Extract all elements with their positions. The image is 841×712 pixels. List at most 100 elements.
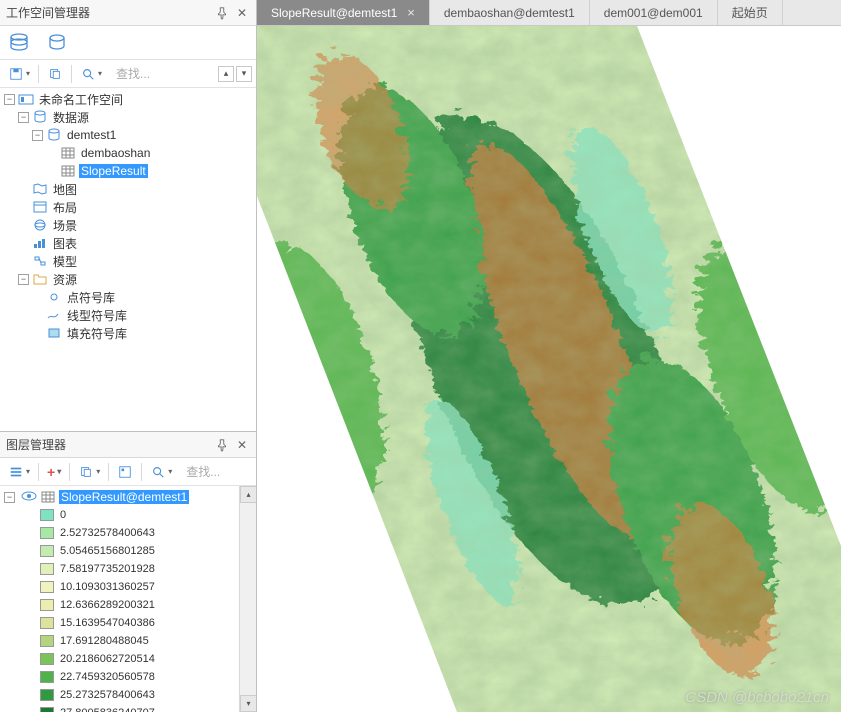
tree-line-symbols[interactable]: 线型符号库 [0,306,256,324]
legend-swatch [40,689,54,701]
legend-item[interactable]: 2.52732578400643 [0,524,256,542]
slope-raster-display [257,26,841,712]
tab-2[interactable]: dem001@dem001 [590,0,718,25]
legend-item[interactable]: 20.2186062720514 [0,650,256,668]
tab-close-icon[interactable]: × [407,5,415,20]
pin-icon[interactable] [214,5,230,21]
layer-copy-button[interactable]: ▾ [74,462,104,482]
expand-icon[interactable]: − [18,112,29,123]
legend-value: 22.7459320560578 [60,671,155,683]
tab-3[interactable]: 起始页 [718,0,783,25]
legend-item[interactable]: 12.6366289200321 [0,596,256,614]
close-icon[interactable]: ✕ [234,437,250,453]
legend-item[interactable]: 27.8005836240707 [0,704,256,712]
workspace-toolbar: ▾ ▾ 查找... ▴ ▾ [0,60,256,88]
legend-swatch [40,599,54,611]
tree-models[interactable]: 模型 [0,252,256,270]
tree-scenes[interactable]: 场景 [0,216,256,234]
legend-swatch [40,545,54,557]
legend-value: 0 [60,509,66,521]
layer-tree: − SlopeResult@demtest1 0 2.52732578400643… [0,486,256,712]
legend-item[interactable]: 7.58197735201928 [0,560,256,578]
tab-1[interactable]: dembaoshan@demtest1 [430,0,590,25]
legend-item[interactable]: 22.7459320560578 [0,668,256,686]
workspace-tree: − 未命名工作空间 − 数据源 − demtest1 dembaoshan Sl… [0,88,256,432]
fill-symbol-icon [46,326,62,340]
workspace-panel-title: 工作空间管理器 [6,4,210,21]
tree-ds-demtest1[interactable]: − demtest1 [0,126,256,144]
legend-value: 12.6366289200321 [60,599,155,611]
workspace-icon [18,92,34,106]
layer-menu-button[interactable]: ▾ [4,462,34,482]
layer-root[interactable]: − SlopeResult@demtest1 [0,488,256,506]
layer-props-button[interactable] [113,462,137,482]
tree-point-symbols[interactable]: 点符号库 [0,288,256,306]
legend-item[interactable]: 17.691280488045 [0,632,256,650]
chart-icon [32,236,48,250]
expand-icon[interactable]: − [4,94,15,105]
legend-swatch [40,635,54,647]
layer-search-input[interactable]: 查找... [182,463,252,480]
layout-icon [32,200,48,214]
scroll-down-button[interactable]: ▾ [240,695,256,712]
tree-root[interactable]: − 未命名工作空间 [0,90,256,108]
legend-value: 2.52732578400643 [60,527,155,539]
legend-item[interactable]: 0 [0,506,256,524]
tab-bar: SlopeResult@demtest1×dembaoshan@demtest1… [257,0,841,26]
expand-icon[interactable]: − [4,492,15,503]
raster-icon [40,490,56,504]
raster-icon [60,164,76,178]
legend-value: 27.8005836240707 [60,707,155,712]
layer-panel-title: 图层管理器 [6,436,210,453]
layer-panel-header: 图层管理器 ✕ [0,432,256,458]
tree-datasource[interactable]: − 数据源 [0,108,256,126]
close-icon[interactable]: ✕ [234,5,250,21]
model-icon [32,254,48,268]
layer-scrollbar[interactable]: ▴ ▾ [239,486,256,712]
tree-charts[interactable]: 图表 [0,234,256,252]
database-single-icon[interactable] [46,32,72,54]
raster-icon [60,146,76,160]
expand-icon[interactable]: − [18,274,29,285]
copy-button[interactable] [43,64,67,84]
tree-dataset-dembaoshan[interactable]: dembaoshan [0,144,256,162]
legend-swatch [40,653,54,665]
database-stack-icon[interactable] [8,32,34,54]
tree-fill-symbols[interactable]: 填充符号库 [0,324,256,342]
pin-icon[interactable] [214,437,230,453]
tree-resources[interactable]: − 资源 [0,270,256,288]
legend-item[interactable]: 25.2732578400643 [0,686,256,704]
tree-dataset-sloperesult[interactable]: SlopeResult [0,162,256,180]
legend-swatch [40,509,54,521]
add-layer-button[interactable]: +▾ [43,461,65,483]
datasource-icon [32,110,48,124]
legend-value: 5.05465156801285 [60,545,155,557]
point-symbol-icon [46,290,62,304]
tree-maps[interactable]: 地图 [0,180,256,198]
workspace-search-input[interactable]: 查找... [112,65,216,82]
layer-toolbar: ▾ +▾ ▾ ▾ 查找... [0,458,256,486]
tree-layouts[interactable]: 布局 [0,198,256,216]
legend-value: 20.2186062720514 [60,653,155,665]
legend-item[interactable]: 15.1639547040386 [0,614,256,632]
map-view[interactable] [257,26,841,712]
legend-value: 7.58197735201928 [60,563,155,575]
workspace-panel-header: 工作空间管理器 ✕ [0,0,256,26]
scroll-up-button[interactable]: ▴ [240,486,256,503]
legend-value: 25.2732578400643 [60,689,155,701]
layer-search-button[interactable]: ▾ [146,462,176,482]
legend-swatch [40,581,54,593]
legend-swatch [40,707,54,712]
search-button[interactable]: ▾ [76,64,106,84]
legend-item[interactable]: 10.1093031360257 [0,578,256,596]
legend-value: 10.1093031360257 [60,581,155,593]
legend-item[interactable]: 5.05465156801285 [0,542,256,560]
expand-icon[interactable]: − [32,130,43,141]
nav-down-button[interactable]: ▾ [236,66,252,82]
legend-swatch [40,527,54,539]
workspace-icon-bar [0,26,256,60]
tab-0[interactable]: SlopeResult@demtest1× [257,0,430,25]
nav-up-button[interactable]: ▴ [218,66,234,82]
visibility-icon[interactable] [21,490,37,505]
save-button[interactable]: ▾ [4,64,34,84]
